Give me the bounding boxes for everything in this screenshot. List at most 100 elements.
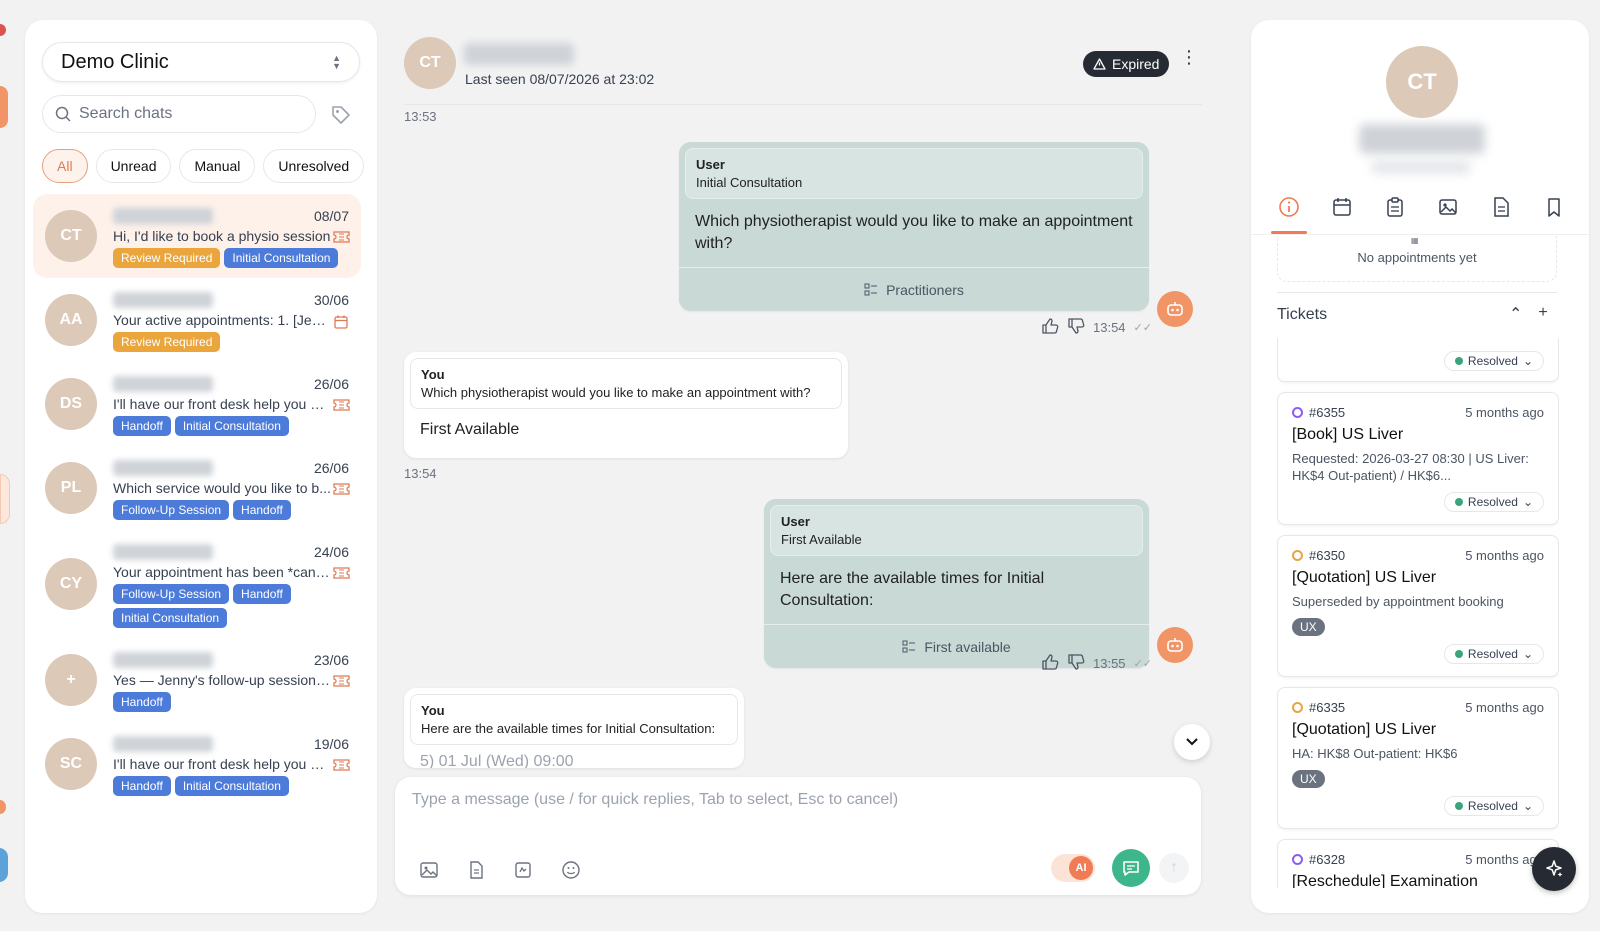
ticket-card[interactable]: #6335 5 months ago [Quotation] US Liver H…	[1277, 687, 1559, 829]
ticket-id: #6335	[1309, 700, 1346, 715]
edge-indicator	[0, 848, 8, 882]
timestamp: 13:53	[404, 109, 437, 124]
ticket-age: 5 months ago	[1465, 405, 1544, 420]
document-icon[interactable]	[466, 860, 486, 880]
edge-active-indicator	[0, 86, 8, 128]
chat-list-item[interactable]: SC 19/06 I'll have our front desk help you…	[33, 722, 361, 806]
emoji-icon[interactable]	[561, 860, 581, 880]
tab-media[interactable]	[1434, 194, 1462, 230]
tab-documents[interactable]	[1487, 194, 1515, 230]
no-appointments-text: No appointments yet	[1357, 250, 1477, 265]
chat-list-item[interactable]: +23/06 Yes — Jenny's follow-up sessions .…	[33, 638, 361, 722]
filter-all[interactable]: All	[42, 149, 88, 183]
edge-indicator	[0, 24, 6, 36]
quote-text: Initial Consultation	[696, 175, 803, 190]
tag-icon[interactable]	[330, 104, 352, 126]
ticket-status[interactable]: Resolved ⌄	[1292, 796, 1544, 816]
thumbs-down-icon[interactable]	[1067, 317, 1085, 338]
avatar: SC	[45, 738, 97, 790]
chat-date: 30/06	[313, 292, 349, 308]
clinic-selector[interactable]: Demo Clinic ▲ ▼	[42, 42, 360, 82]
tab-appointments[interactable]	[1328, 194, 1356, 230]
ticket-tag: UX	[1292, 770, 1325, 788]
ticket-icon	[333, 230, 350, 244]
avatar: PL	[45, 462, 97, 514]
template-icon[interactable]	[513, 860, 533, 880]
profile-panel: CT ▦ No appointments yet Tickets ⌃ + Res…	[1251, 20, 1589, 913]
tag-badge: Initial Consultation	[174, 416, 289, 436]
chat-badges: Review Required Initial Consultation	[113, 248, 343, 268]
calendar-icon	[333, 314, 349, 329]
filter-manual[interactable]: Manual	[179, 149, 256, 183]
ticket-status[interactable]: Resolved ⌄	[1292, 351, 1544, 371]
ticket-status[interactable]: Resolved ⌄	[1292, 492, 1544, 512]
quote-text: Which physiotherapist would you like to …	[421, 385, 811, 400]
avatar: DS	[45, 378, 97, 430]
chat-list-item[interactable]: DS 26/06 I'll have our front desk help you…	[33, 362, 361, 446]
tab-tasks[interactable]	[1381, 194, 1409, 230]
conversation-panel: CT Last seen 08/07/2026 at 23:02 Expired…	[395, 20, 1226, 913]
ticket-card[interactable]: #6355 5 months ago [Book] US Liver Reques…	[1277, 392, 1559, 525]
search-input[interactable]	[79, 105, 279, 123]
practitioners-button[interactable]: Practitioners	[679, 267, 1149, 311]
search-box[interactable]	[42, 95, 316, 133]
ticket-icon	[333, 398, 350, 412]
filter-chips: All Unread Manual Unresolved	[42, 149, 365, 183]
message-time: 13:54	[1093, 320, 1126, 335]
calendar-icon	[1333, 198, 1351, 216]
chat-name-redacted	[113, 736, 213, 752]
chat-list-item[interactable]: CT 08/07 Hi, I'd like to book a physio ses…	[33, 194, 361, 278]
send-button[interactable]: ↑	[1159, 853, 1189, 883]
list-icon	[864, 283, 878, 295]
filter-unread[interactable]: Unread	[95, 149, 172, 183]
scroll-to-bottom-button[interactable]	[1174, 724, 1210, 760]
chat-preview: I'll have our front desk help you wi...	[113, 756, 331, 772]
thumbs-up-icon[interactable]	[1041, 653, 1059, 674]
ai-toggle[interactable]: AI	[1051, 854, 1095, 882]
chat-preview: Hi, I'd like to book a physio session	[113, 228, 331, 244]
avatar: CY	[45, 558, 97, 610]
chat-name-redacted	[113, 292, 213, 308]
quote-sender: User	[696, 157, 725, 172]
tag-badge: Follow-Up Session	[113, 584, 230, 604]
tab-bookmarks[interactable]	[1540, 194, 1568, 230]
quote-sender: You	[421, 703, 445, 718]
chat-date: 19/06	[313, 736, 349, 752]
header-divider	[404, 104, 1202, 105]
image-icon	[1439, 199, 1457, 215]
ticket-card[interactable]: #6350 5 months ago [Quotation] US Liver S…	[1277, 535, 1559, 677]
image-icon[interactable]	[419, 860, 439, 880]
profile-name-redacted	[1359, 124, 1485, 154]
message-mode-button[interactable]	[1112, 849, 1150, 887]
chat-list-item[interactable]: AA 30/06 Your active appointments: 1. [Jen…	[33, 278, 361, 362]
add-ticket-icon[interactable]: +	[1538, 304, 1547, 324]
filter-unresolved[interactable]: Unresolved	[263, 149, 365, 183]
document-icon	[1494, 197, 1509, 217]
tab-info[interactable]	[1271, 194, 1307, 234]
message-composer: AI ↑	[395, 777, 1201, 895]
message-body: 5) 01 Jul (Wed) 09:00	[420, 753, 574, 768]
message-input[interactable]	[412, 791, 1172, 831]
assistant-button[interactable]	[1532, 847, 1576, 891]
quote-text: First Available	[781, 532, 862, 547]
chat-name-redacted	[113, 652, 213, 668]
more-options-icon[interactable]: ⋮	[1180, 48, 1198, 66]
chat-list-item[interactable]: CY 24/06 Your appointment has been *canc..…	[33, 530, 361, 638]
chat-date: 26/06	[313, 460, 349, 476]
message-meta: 13:55 ✓✓	[1041, 653, 1152, 674]
chat-badges: Review Required	[113, 332, 343, 352]
ticket-card[interactable]: Resolved ⌄	[1277, 338, 1559, 382]
tag-badge: Initial Consultation	[113, 608, 228, 628]
ticket-card[interactable]: #6328 5 months ago [Reschedule] Examinati…	[1277, 839, 1559, 888]
status-label: Expired	[1112, 56, 1160, 72]
search-icon	[55, 106, 71, 122]
chat-preview: Which service would you like to b...	[113, 480, 331, 496]
chat-list-item[interactable]: PL 26/06 Which service would you like to b…	[33, 446, 361, 530]
ticket-title: [Quotation] US Liver	[1292, 569, 1437, 586]
thumbs-up-icon[interactable]	[1041, 317, 1059, 338]
clipboard-icon	[1387, 197, 1403, 217]
ticket-icon	[333, 758, 350, 772]
chevron-up-icon[interactable]: ⌃	[1509, 304, 1522, 324]
thumbs-down-icon[interactable]	[1067, 653, 1085, 674]
ticket-status[interactable]: Resolved ⌄	[1292, 644, 1544, 664]
